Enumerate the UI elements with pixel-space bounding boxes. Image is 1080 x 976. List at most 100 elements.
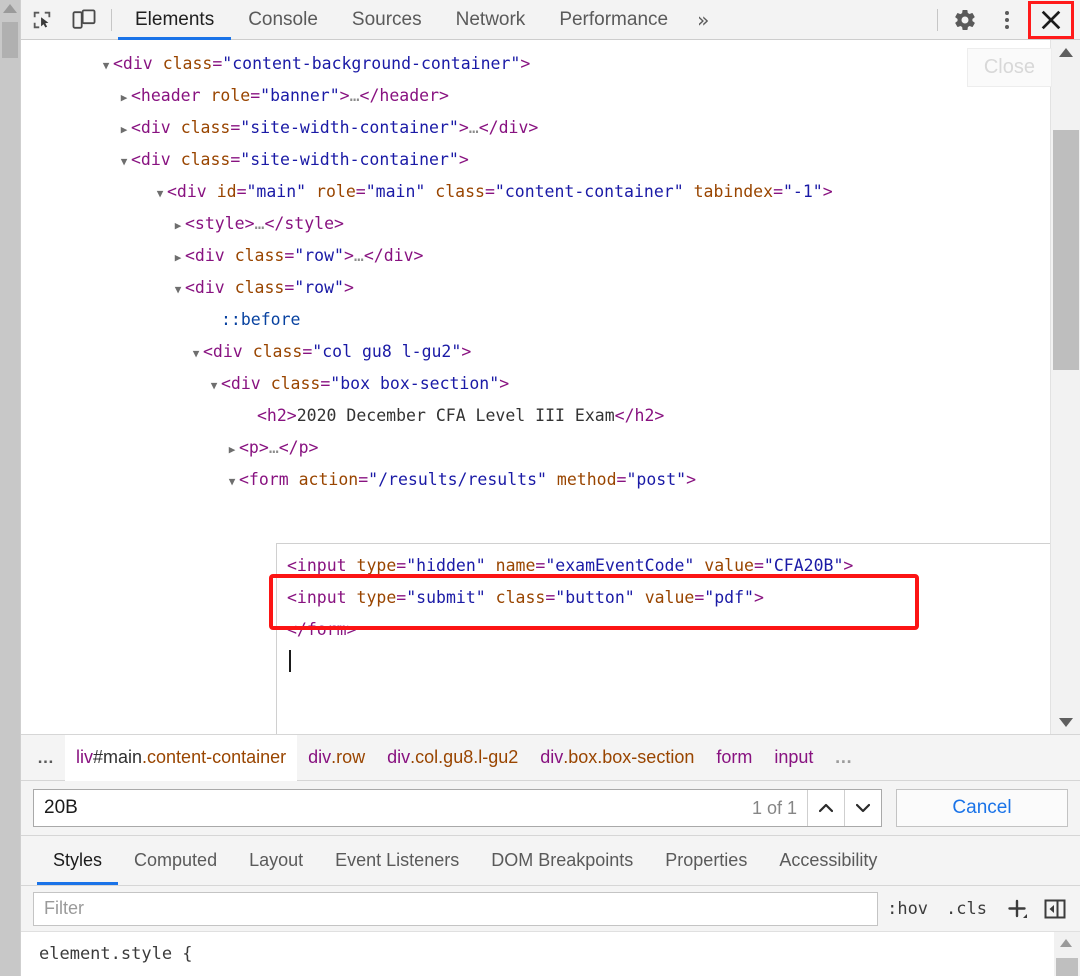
breadcrumb-overflow-left[interactable]: … bbox=[27, 748, 65, 768]
toggle-class-button[interactable]: .cls bbox=[937, 886, 996, 932]
disclosure-triangle-icon[interactable] bbox=[99, 50, 113, 82]
text-cursor bbox=[289, 650, 291, 672]
breadcrumb-item[interactable]: div .row bbox=[297, 735, 376, 781]
code-token: = bbox=[212, 54, 223, 73]
styles-tab-3[interactable]: Event Listeners bbox=[319, 836, 475, 885]
dom-tree-scrollbar[interactable] bbox=[1050, 40, 1080, 734]
dom-node[interactable]: <div class="site-width-container">…</div… bbox=[21, 112, 1050, 144]
code-token: <div bbox=[185, 246, 225, 265]
disclosure-triangle-icon[interactable] bbox=[189, 338, 203, 370]
dom-edit-caret-line[interactable] bbox=[287, 646, 1065, 678]
styles-scrollbar[interactable] bbox=[1054, 932, 1080, 976]
dom-node[interactable]: <div class="row"> bbox=[21, 272, 1050, 304]
disclosure-triangle-icon[interactable] bbox=[117, 82, 131, 114]
search-input[interactable] bbox=[34, 797, 742, 819]
styles-tab-1[interactable]: Computed bbox=[118, 836, 233, 885]
styles-scroll-up-arrow-icon[interactable] bbox=[1060, 939, 1072, 947]
disclosure-triangle-icon[interactable] bbox=[207, 370, 221, 402]
dom-node[interactable]: <div id="main" role="main" class="conten… bbox=[21, 176, 1050, 208]
gear-icon[interactable] bbox=[944, 1, 986, 39]
dom-edit-overlay[interactable]: <input type="hidden" name="examEventCode… bbox=[276, 543, 1066, 734]
tab-performance[interactable]: Performance bbox=[542, 0, 685, 40]
dom-scroll-up-arrow-icon[interactable] bbox=[1059, 48, 1073, 57]
dom-node[interactable]: <form action="/results/results" method="… bbox=[21, 464, 1050, 496]
breadcrumb[interactable]: … liv #main .content-container div .row div .co… bbox=[21, 734, 1080, 781]
code-token: "banner" bbox=[260, 86, 340, 105]
styles-tab-0[interactable]: Styles bbox=[37, 836, 119, 885]
code-token: <input bbox=[287, 556, 347, 575]
dom-scroll-down-arrow-icon[interactable] bbox=[1059, 718, 1073, 727]
page-scrollbar-thumb[interactable] bbox=[2, 22, 18, 58]
code-token: </style> bbox=[264, 214, 344, 233]
dom-edit-line[interactable]: <input type="submit" class="button" valu… bbox=[287, 582, 1065, 614]
disclosure-triangle-icon[interactable] bbox=[117, 114, 131, 146]
dom-node[interactable]: <div class="row">…</div> bbox=[21, 240, 1050, 272]
dom-node[interactable]: <div class="content-background-container… bbox=[21, 48, 1050, 80]
styles-tab-4[interactable]: DOM Breakpoints bbox=[475, 836, 649, 885]
more-tabs-icon[interactable]: » bbox=[685, 8, 721, 32]
toggle-hover-state-button[interactable]: :hov bbox=[878, 886, 937, 932]
dom-node[interactable]: <h2>2020 December CFA Level III Exam</h2… bbox=[21, 400, 1050, 432]
find-previous-button[interactable] bbox=[807, 790, 844, 826]
disclosure-triangle-icon[interactable] bbox=[117, 146, 131, 178]
dom-scrollbar-thumb[interactable] bbox=[1053, 130, 1079, 370]
disclosure-triangle-icon[interactable] bbox=[171, 274, 185, 306]
cancel-button[interactable]: Cancel bbox=[896, 789, 1068, 827]
code-token: = bbox=[484, 182, 495, 201]
devtools-tab-list: Elements Console Sources Network Perform… bbox=[118, 0, 685, 40]
tab-network[interactable]: Network bbox=[439, 0, 543, 40]
disclosure-triangle-icon[interactable] bbox=[225, 466, 239, 498]
dom-node[interactable]: <style>…</style> bbox=[21, 208, 1050, 240]
toggle-sidebar-icon[interactable] bbox=[1034, 886, 1076, 932]
breadcrumb-item[interactable]: div .box.box-section bbox=[529, 735, 705, 781]
tab-console[interactable]: Console bbox=[231, 0, 335, 40]
styles-tab-2[interactable]: Layout bbox=[233, 836, 319, 885]
dom-edit-lines[interactable]: <input type="hidden" name="examEventCode… bbox=[277, 544, 1065, 678]
dom-node[interactable]: <div class="col gu8 l-gu2"> bbox=[21, 336, 1050, 368]
code-token: </header> bbox=[359, 86, 449, 105]
close-button[interactable] bbox=[1028, 0, 1074, 39]
breadcrumb-class: .row bbox=[331, 747, 366, 767]
disclosure-triangle-icon[interactable] bbox=[153, 178, 167, 210]
dom-node[interactable]: <div class="site-width-container"> bbox=[21, 144, 1050, 176]
code-token: <div bbox=[131, 150, 171, 169]
device-toolbar-icon[interactable] bbox=[63, 1, 105, 39]
disclosure-triangle-icon[interactable] bbox=[171, 242, 185, 274]
breadcrumb-overflow-right[interactable]: … bbox=[824, 747, 862, 768]
disclosure-triangle-icon[interactable] bbox=[171, 210, 185, 242]
styles-filter-wrapper[interactable] bbox=[33, 891, 879, 926]
dom-node[interactable]: <div class="box box-section"> bbox=[21, 368, 1050, 400]
dom-node[interactable]: ::before bbox=[21, 304, 1050, 336]
inspect-element-icon[interactable] bbox=[21, 1, 63, 39]
breadcrumb-item[interactable]: liv #main .content-container bbox=[65, 734, 298, 781]
dom-edit-line[interactable]: <input type="hidden" name="examEventCode… bbox=[287, 550, 1065, 582]
breadcrumb-item[interactable]: form bbox=[705, 735, 763, 781]
styles-pane-body[interactable]: element.style { bbox=[21, 932, 1080, 976]
dom-tree-pane[interactable]: <div class="content-background-container… bbox=[21, 40, 1080, 735]
page-scrollbar[interactable] bbox=[0, 0, 20, 976]
kebab-menu-icon[interactable] bbox=[986, 1, 1028, 39]
breadcrumb-item[interactable]: input bbox=[763, 735, 824, 781]
code-token: = bbox=[284, 278, 295, 297]
code-token: = bbox=[302, 342, 313, 361]
code-token: "/results/results" bbox=[368, 470, 547, 489]
new-style-rule-button[interactable] bbox=[996, 886, 1034, 932]
scroll-up-arrow-icon[interactable] bbox=[3, 4, 17, 13]
find-next-button[interactable] bbox=[844, 790, 881, 826]
styles-tab-6[interactable]: Accessibility bbox=[763, 836, 893, 885]
element-style-rule[interactable]: element.style { bbox=[21, 932, 1080, 964]
tab-sources[interactable]: Sources bbox=[335, 0, 439, 40]
dom-edit-line[interactable]: </form> bbox=[287, 614, 1065, 646]
code-token: = bbox=[396, 556, 407, 575]
styles-tab-5[interactable]: Properties bbox=[649, 836, 763, 885]
dom-node[interactable]: <p>…</p> bbox=[21, 432, 1050, 464]
disclosure-triangle-icon[interactable] bbox=[225, 434, 239, 466]
find-input-wrapper[interactable]: 1 of 1 bbox=[33, 789, 882, 827]
dom-node[interactable]: <header role="banner">…</header> bbox=[21, 80, 1050, 112]
code-token: <input bbox=[287, 588, 347, 607]
styles-scrollbar-thumb[interactable] bbox=[1056, 958, 1078, 976]
code-token: "site-width-container" bbox=[240, 118, 459, 137]
styles-filter-input[interactable] bbox=[34, 898, 878, 919]
tab-elements[interactable]: Elements bbox=[118, 0, 232, 40]
breadcrumb-item[interactable]: div .col.gu8.l-gu2 bbox=[376, 735, 529, 781]
